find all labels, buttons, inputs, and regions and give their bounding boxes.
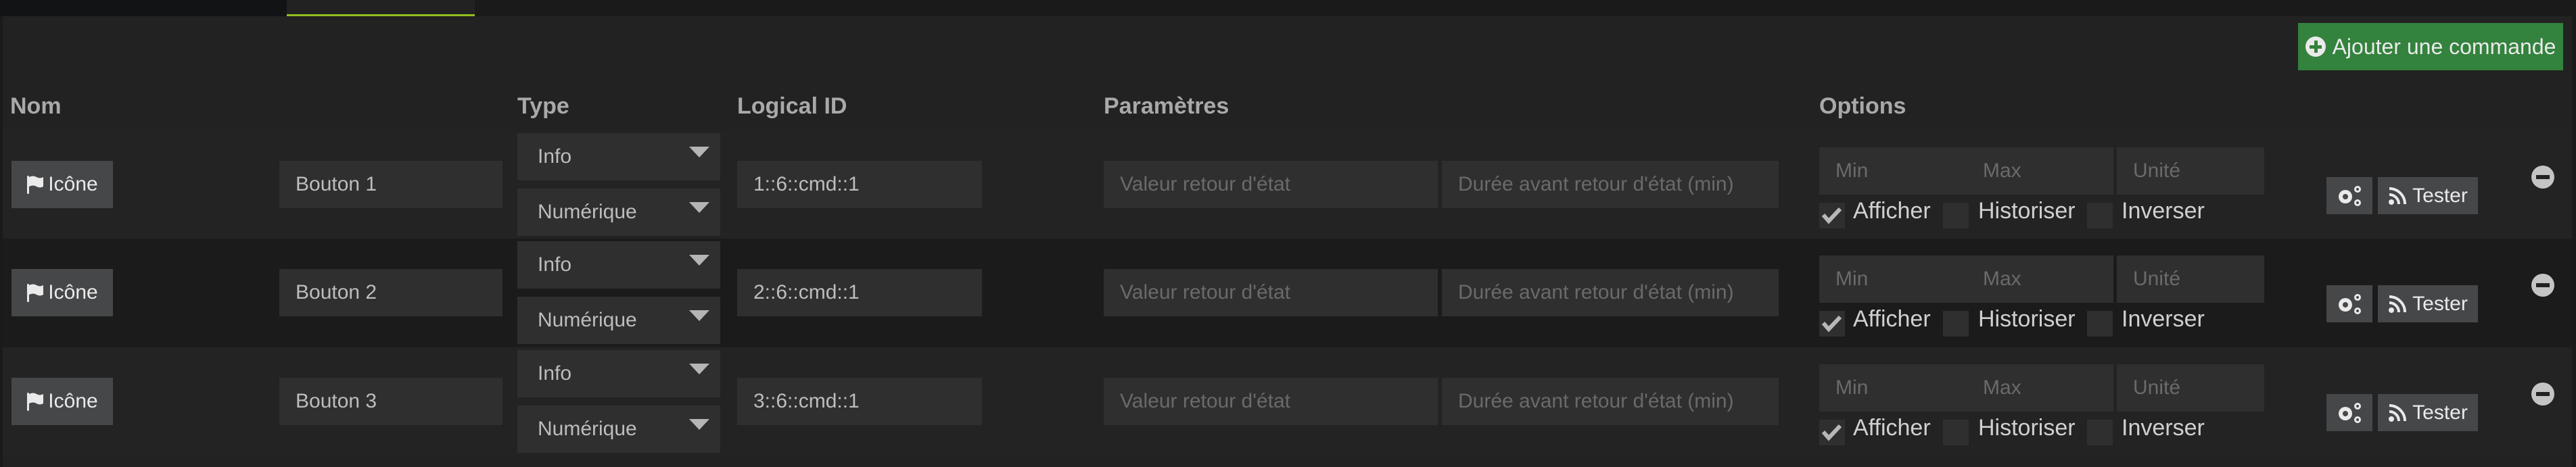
min-input[interactable]: Min (1819, 147, 1967, 195)
historiser-checkbox[interactable] (1943, 311, 1969, 337)
header-type: Type (517, 93, 569, 119)
inverser-checkbox[interactable] (2087, 203, 2113, 228)
test-button-label: Tester (2412, 292, 2468, 315)
subtype-select[interactable]: Numérique (517, 405, 720, 453)
unit-input[interactable]: Unité (2117, 364, 2264, 412)
command-name-input[interactable]: Bouton 2 (279, 269, 502, 316)
subtype-select-value: Numérique (538, 418, 637, 440)
subtype-select-value: Numérique (538, 309, 637, 331)
command-name-input[interactable]: Bouton 1 (279, 161, 502, 208)
top-nav-strip (0, 0, 287, 16)
min-input[interactable]: Min (1819, 364, 1967, 412)
unit-input[interactable]: Unité (2117, 147, 2264, 195)
chevron-down-icon (689, 255, 709, 266)
state-return-duration-input[interactable]: Durée avant retour d'état (min) (1442, 269, 1779, 316)
test-button[interactable]: Tester (2378, 394, 2478, 431)
afficher-label: Afficher (1853, 415, 1931, 441)
subtype-select[interactable]: Numérique (517, 297, 720, 344)
add-command-label: Ajouter une commande (2332, 34, 2556, 59)
chevron-down-icon (689, 310, 709, 321)
chevron-down-icon (689, 202, 709, 213)
header-options: Options (1819, 93, 1906, 119)
historiser-label: Historiser (1978, 198, 2076, 224)
historiser-label: Historiser (1978, 306, 2076, 332)
historiser-label: Historiser (1978, 415, 2076, 441)
test-button[interactable]: Tester (2378, 285, 2478, 322)
advanced-config-button[interactable] (2326, 285, 2372, 322)
inverser-label: Inverser (2122, 198, 2205, 224)
gears-icon (2339, 293, 2361, 314)
state-return-value-input[interactable]: Valeur retour d'état (1104, 269, 1438, 316)
max-input[interactable]: Max (1967, 147, 2113, 195)
max-input[interactable]: Max (1967, 364, 2113, 412)
min-input[interactable]: Min (1819, 255, 1967, 303)
checkmark-icon (1821, 424, 1842, 441)
icon-button-label: Icône (48, 281, 98, 303)
test-button-label: Tester (2412, 184, 2468, 207)
type-select[interactable]: Info (517, 350, 720, 397)
type-select-value: Info (538, 253, 572, 276)
test-button-label: Tester (2412, 401, 2468, 424)
rss-icon (2389, 187, 2407, 205)
advanced-config-button[interactable] (2326, 177, 2372, 214)
inverser-checkbox[interactable] (2087, 420, 2113, 445)
top-nav-strip-right (475, 0, 2576, 14)
chevron-down-icon (689, 419, 709, 430)
rss-icon (2389, 403, 2407, 422)
chevron-down-icon (689, 147, 709, 157)
gears-icon (2339, 185, 2361, 206)
icon-picker-button[interactable]: Icône (11, 161, 113, 208)
add-command-button[interactable]: Ajouter une commande (2298, 23, 2563, 70)
type-select[interactable]: Info (517, 133, 720, 180)
flag-icon (27, 176, 44, 194)
icon-picker-button[interactable]: Icône (11, 269, 113, 316)
plus-circle-icon (2305, 36, 2326, 57)
flag-icon (27, 284, 44, 302)
historiser-checkbox[interactable] (1943, 420, 1969, 445)
afficher-checkbox[interactable] (1819, 203, 1845, 228)
command-name-input[interactable]: Bouton 3 (279, 378, 502, 425)
state-return-duration-input[interactable]: Durée avant retour d'état (min) (1442, 378, 1779, 425)
header-parametres: Paramètres (1104, 93, 1230, 119)
chevron-down-icon (689, 364, 709, 374)
type-select-value: Info (538, 362, 572, 385)
header-logical-id: Logical ID (737, 93, 847, 119)
inverser-label: Inverser (2122, 306, 2205, 332)
checkmark-icon (1821, 315, 1842, 333)
type-select-value: Info (538, 145, 572, 168)
advanced-config-button[interactable] (2326, 394, 2372, 431)
header-nom: Nom (10, 93, 62, 119)
historiser-checkbox[interactable] (1943, 203, 1969, 228)
subtype-select[interactable]: Numérique (517, 189, 720, 236)
state-return-value-input[interactable]: Valeur retour d'état (1104, 161, 1438, 208)
remove-command-icon[interactable] (2531, 274, 2554, 297)
state-return-value-input[interactable]: Valeur retour d'état (1104, 378, 1438, 425)
afficher-label: Afficher (1853, 306, 1931, 332)
inverser-checkbox[interactable] (2087, 311, 2113, 337)
unit-input[interactable]: Unité (2117, 255, 2264, 303)
remove-command-icon[interactable] (2531, 383, 2554, 405)
state-return-duration-input[interactable]: Durée avant retour d'état (min) (1442, 161, 1779, 208)
checkmark-icon (1821, 207, 1842, 224)
logical-id-input[interactable]: 2::6::cmd::1 (737, 269, 982, 316)
afficher-label: Afficher (1853, 198, 1931, 224)
gears-icon (2339, 402, 2361, 423)
icon-button-label: Icône (48, 173, 98, 195)
afficher-checkbox[interactable] (1819, 311, 1845, 337)
subtype-select-value: Numérique (538, 201, 637, 223)
rss-icon (2389, 295, 2407, 313)
logical-id-input[interactable]: 1::6::cmd::1 (737, 161, 982, 208)
flag-icon (27, 393, 44, 411)
test-button[interactable]: Tester (2378, 177, 2478, 214)
inverser-label: Inverser (2122, 415, 2205, 441)
logical-id-input[interactable]: 3::6::cmd::1 (737, 378, 982, 425)
icon-button-label: Icône (48, 390, 98, 412)
remove-command-icon[interactable] (2531, 166, 2554, 189)
type-select[interactable]: Info (517, 241, 720, 289)
tab-commands-active[interactable] (287, 0, 475, 16)
icon-picker-button[interactable]: Icône (11, 378, 113, 425)
afficher-checkbox[interactable] (1819, 420, 1845, 445)
max-input[interactable]: Max (1967, 255, 2113, 303)
